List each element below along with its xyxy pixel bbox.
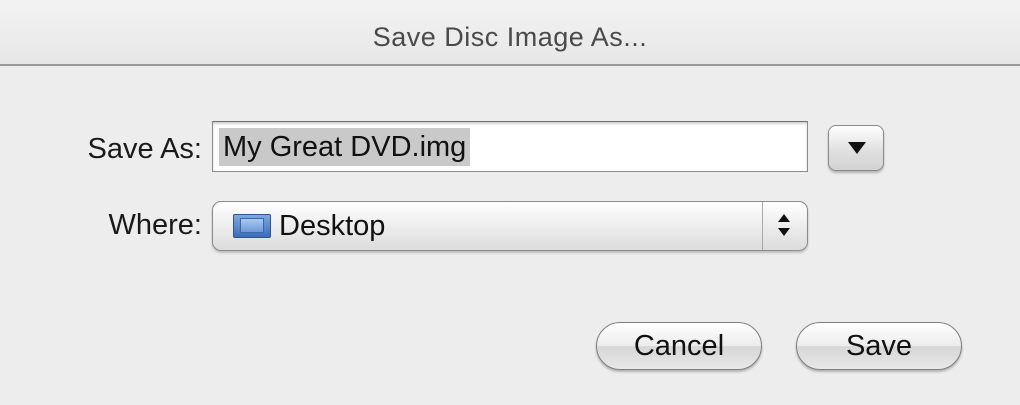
dialog-title: Save Disc Image As...: [372, 22, 648, 52]
save-as-field[interactable]: My Great DVD.img: [212, 121, 808, 172]
expand-button[interactable]: [828, 125, 884, 171]
save-as-field-value: My Great DVD.img: [219, 128, 471, 166]
popup-arrows-icon: [762, 202, 807, 250]
where-label: Where:: [108, 209, 202, 241]
where-popup[interactable]: Desktop: [212, 201, 808, 251]
save-as-label: Save As:: [87, 133, 202, 165]
arrow-up-icon: [778, 214, 790, 222]
disclosure-triangle-icon: [848, 142, 866, 154]
folder-icon: [233, 214, 271, 238]
cancel-button[interactable]: Cancel: [596, 322, 762, 370]
save-dialog: Save Disc Image As... Save As: My Great …: [0, 0, 1020, 405]
save-button[interactable]: Save: [796, 322, 962, 370]
where-popup-value: Desktop: [279, 210, 386, 242]
title-bar[interactable]: Save Disc Image As...: [0, 0, 1020, 66]
arrow-down-icon: [778, 228, 790, 236]
